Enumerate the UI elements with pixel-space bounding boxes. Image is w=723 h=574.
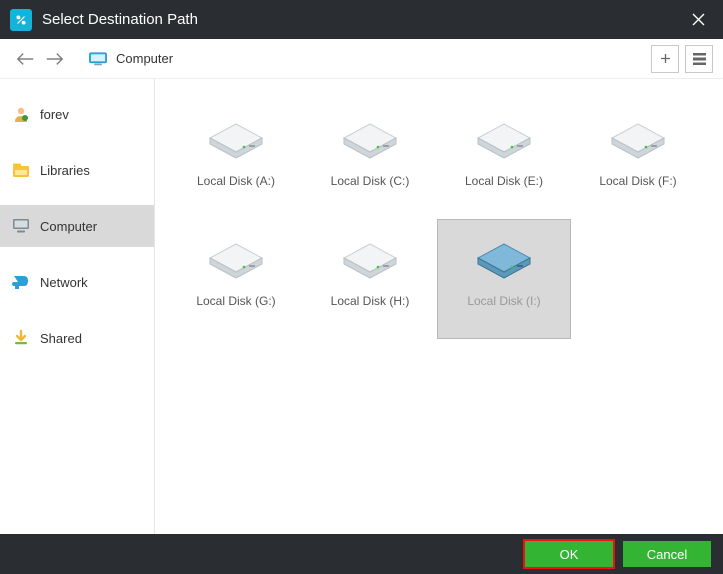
titlebar: Select Destination Path <box>0 0 723 39</box>
user-icon <box>12 105 30 123</box>
content-area: forev Libraries Computer Network Shared … <box>0 79 723 534</box>
hard-disk-icon <box>204 114 268 160</box>
hard-disk-icon <box>338 234 402 280</box>
breadcrumb-label: Computer <box>116 51 173 66</box>
disk-item[interactable]: Local Disk (C:) <box>303 99 437 219</box>
disk-label: Local Disk (C:) <box>331 174 410 188</box>
sidebar-item-label: forev <box>40 107 69 122</box>
disk-label: Local Disk (I:) <box>467 294 540 308</box>
disk-item[interactable]: Local Disk (E:) <box>437 99 571 219</box>
new-folder-button[interactable] <box>651 45 679 73</box>
hard-disk-icon <box>472 114 536 160</box>
cancel-button[interactable]: Cancel <box>623 541 711 567</box>
view-toggle-button[interactable] <box>685 45 713 73</box>
computer-icon <box>88 52 108 66</box>
close-button[interactable] <box>683 5 713 35</box>
breadcrumb[interactable]: Computer <box>88 51 173 66</box>
disk-label: Local Disk (A:) <box>197 174 275 188</box>
shared-icon <box>12 329 30 347</box>
disk-item-selected[interactable]: Local Disk (I:) <box>437 219 571 339</box>
network-icon <box>12 273 30 291</box>
sidebar-item-network[interactable]: Network <box>0 261 154 303</box>
sidebar-item-label: Network <box>40 275 88 290</box>
sidebar-item-shared[interactable]: Shared <box>0 317 154 359</box>
hard-disk-icon <box>606 114 670 160</box>
sidebar-item-libraries[interactable]: Libraries <box>0 149 154 191</box>
hard-disk-icon <box>472 234 536 280</box>
disk-item[interactable]: Local Disk (H:) <box>303 219 437 339</box>
disk-item[interactable]: Local Disk (A:) <box>169 99 303 219</box>
sidebar-item-label: Computer <box>40 219 97 234</box>
nav-forward-button[interactable] <box>40 44 70 74</box>
computer-icon <box>12 217 30 235</box>
sidebar: forev Libraries Computer Network Shared <box>0 79 155 534</box>
sidebar-item-label: Shared <box>40 331 82 346</box>
sidebar-item-label: Libraries <box>40 163 90 178</box>
disk-item[interactable]: Local Disk (F:) <box>571 99 705 219</box>
file-grid: Local Disk (A:) Local Disk (C:) Local Di… <box>155 79 723 534</box>
disk-label: Local Disk (G:) <box>196 294 275 308</box>
window-title: Select Destination Path <box>42 11 683 28</box>
toolbar: Computer <box>0 39 723 79</box>
disk-label: Local Disk (E:) <box>465 174 543 188</box>
sidebar-item-user[interactable]: forev <box>0 93 154 135</box>
hard-disk-icon <box>338 114 402 160</box>
footer: OK Cancel <box>0 534 723 574</box>
hard-disk-icon <box>204 234 268 280</box>
nav-back-button[interactable] <box>10 44 40 74</box>
sidebar-item-computer[interactable]: Computer <box>0 205 154 247</box>
app-icon <box>10 9 32 31</box>
disk-label: Local Disk (H:) <box>331 294 410 308</box>
disk-label: Local Disk (F:) <box>599 174 676 188</box>
disk-item[interactable]: Local Disk (G:) <box>169 219 303 339</box>
libraries-icon <box>12 161 30 179</box>
ok-button[interactable]: OK <box>525 541 613 567</box>
